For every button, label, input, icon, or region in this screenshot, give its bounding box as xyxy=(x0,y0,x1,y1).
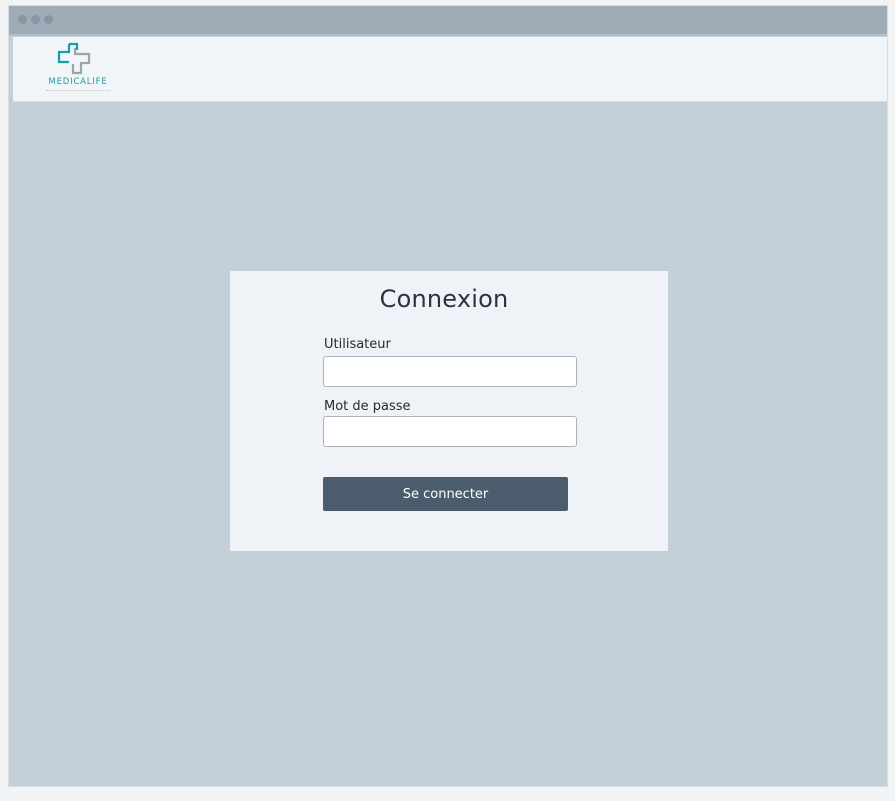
maximize-window-dot[interactable] xyxy=(44,15,53,24)
password-input[interactable] xyxy=(323,416,577,447)
username-label: Utilisateur xyxy=(324,337,391,352)
minimize-window-dot[interactable] xyxy=(31,15,40,24)
username-input[interactable] xyxy=(323,356,577,387)
app-header: MEDICALIFE xyxy=(13,37,887,102)
window-controls xyxy=(18,15,53,24)
password-label: Mot de passe xyxy=(324,399,411,414)
login-title: Connexion xyxy=(379,285,509,313)
brand-tagline-line xyxy=(46,90,110,92)
medical-cross-icon xyxy=(57,42,91,75)
browser-window: MEDICALIFE Connexion Utilisateur Mot de … xyxy=(9,6,887,786)
brand-name: MEDICALIFE xyxy=(48,77,108,87)
window-titlebar xyxy=(9,6,887,36)
login-button[interactable]: Se connecter xyxy=(323,477,568,511)
medicalife-logo[interactable]: MEDICALIFE xyxy=(40,39,116,97)
close-window-dot[interactable] xyxy=(18,15,27,24)
login-card: Connexion Utilisateur Mot de passe Se co… xyxy=(230,271,668,551)
